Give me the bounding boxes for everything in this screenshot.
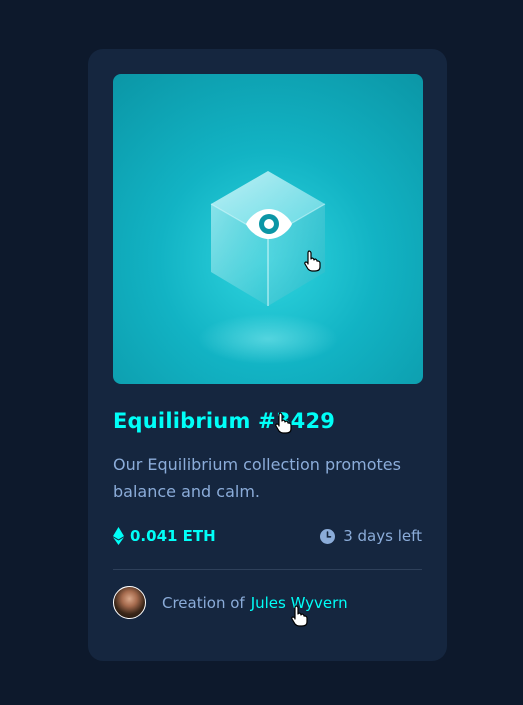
nft-title[interactable]: Equilibrium #3429 xyxy=(113,409,422,434)
time-left-value: 3 days left xyxy=(343,527,422,545)
price-value: 0.041 ETH xyxy=(130,527,216,545)
creator-prefix: Creation of xyxy=(162,593,245,612)
nft-preview-card: Equilibrium #3429 Our Equilibrium collec… xyxy=(88,49,447,661)
avatar xyxy=(113,586,146,619)
nft-description: Our Equilibrium collection promotes bala… xyxy=(113,455,401,501)
clock-icon xyxy=(320,528,336,544)
hand-cursor-icon xyxy=(304,250,321,272)
price: 0.041 ETH xyxy=(113,527,216,545)
creator-row: Creation of Jules Wyvern xyxy=(113,586,422,627)
nft-image[interactable] xyxy=(113,74,423,384)
time-left: 3 days left xyxy=(320,527,422,545)
hand-cursor-icon xyxy=(275,412,292,434)
hand-cursor-icon xyxy=(291,605,308,627)
nft-title-text[interactable]: Equilibrium #3429 xyxy=(113,409,335,433)
ethereum-icon xyxy=(113,527,124,545)
view-eye-icon[interactable] xyxy=(245,207,293,241)
divider xyxy=(113,569,422,570)
nft-stats: 0.041 ETH 3 days left xyxy=(113,527,422,545)
